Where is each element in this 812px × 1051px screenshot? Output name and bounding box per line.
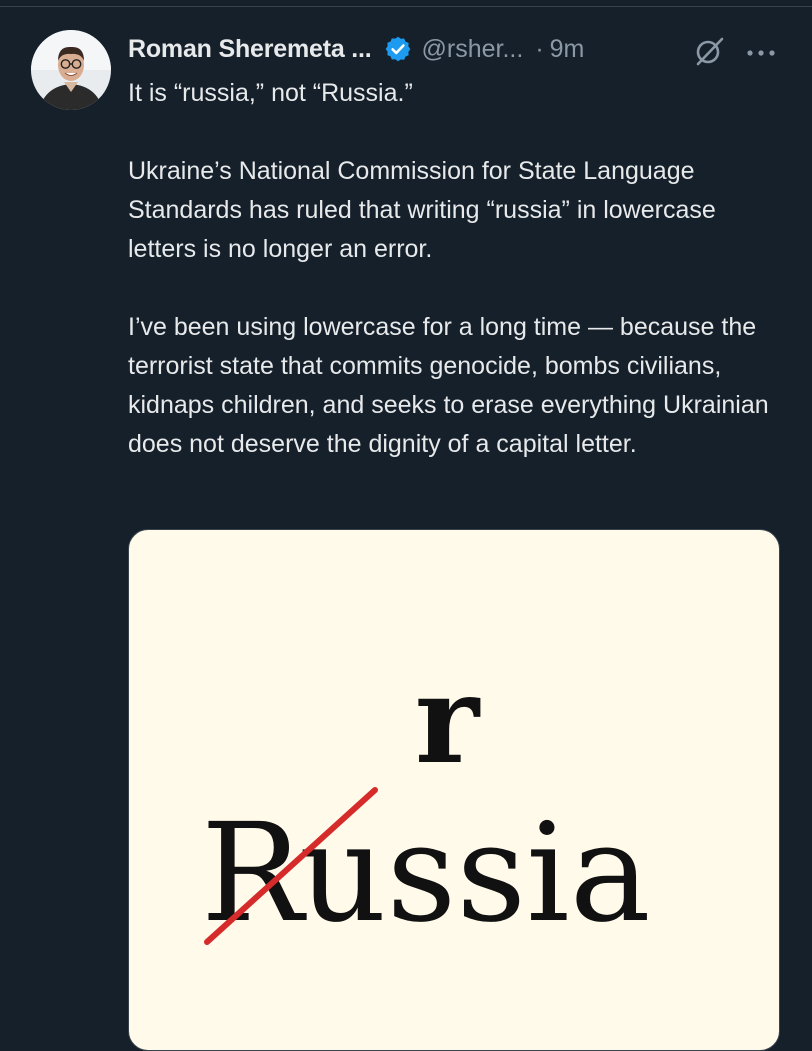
tweet[interactable]: Roman Sheremeta ... @rsher... · 9m It is… (0, 0, 812, 1051)
author-handle[interactable]: @rsher... (422, 35, 524, 64)
media-word-rest: ussia (299, 795, 651, 953)
grok-icon[interactable] (692, 34, 726, 68)
tweet-header: Roman Sheremeta ... @rsher... · 9m (128, 31, 788, 67)
avatar[interactable] (31, 30, 111, 110)
author-display-name[interactable]: Roman Sheremeta ... (128, 35, 372, 64)
tweet-text: It is “russia,” not “Russia.” Ukraine’s … (128, 74, 788, 464)
media-lowercase-r: r (415, 647, 481, 791)
tweet-text-paragraph-3: I’ve been using lowercase for a long tim… (128, 313, 769, 458)
tweet-media-image[interactable]: r R ussia (128, 529, 780, 1051)
verified-badge-icon[interactable] (384, 35, 412, 63)
separator-dot: · (535, 34, 544, 63)
more-icon[interactable] (746, 45, 776, 56)
tweet-text-paragraph-2: Ukraine’s National Commission for State … (128, 157, 716, 263)
tweet-text-line-1: It is “russia,” not “Russia.” (128, 79, 413, 107)
timestamp[interactable]: 9m (550, 35, 585, 64)
